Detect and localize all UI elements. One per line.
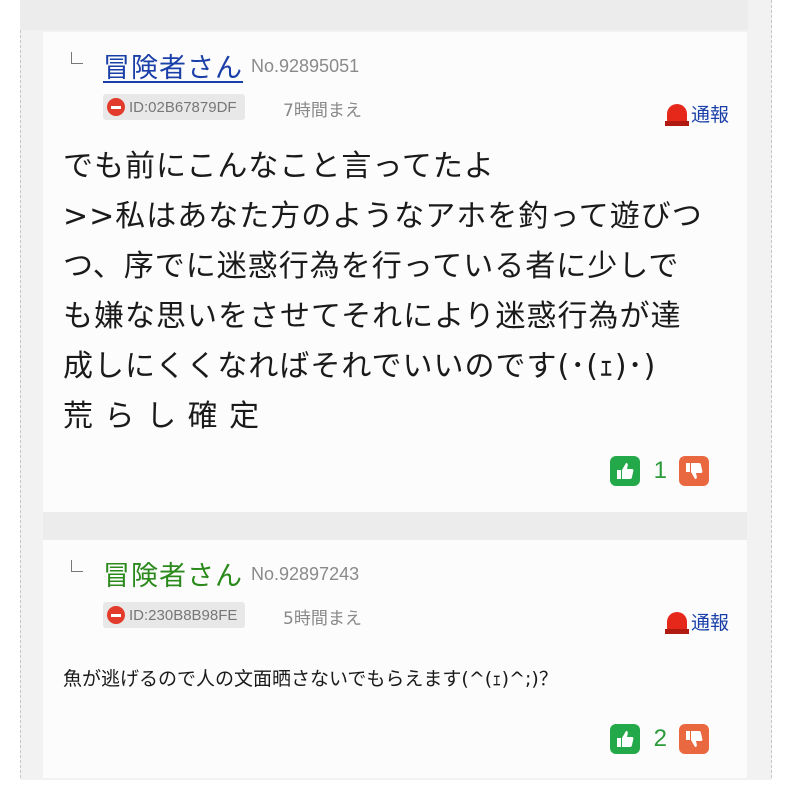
reply-corner-icon [71,560,83,572]
siren-icon [664,102,689,126]
vote-bar: 1 [609,456,709,486]
poster-name: 冒険者さん [103,561,243,592]
thumbs-down-icon[interactable] [679,724,709,754]
post-body: でも前にこんなこと言ってたよ >>私はあなた方のようなアホを釣って遊びつ つ、序… [63,142,723,442]
report-button[interactable]: 通報 [664,100,729,127]
report-label: 通報 [690,612,729,634]
like-count: 1 [653,457,667,484]
user-id-badge[interactable]: ID:230B8B98FE [103,602,246,628]
comment-post: 冒険者さん No.92897243 ID:230B8B98FE 5時間まえ 通報… [43,540,747,778]
user-id-badge[interactable]: ID:02B67879DF [103,94,245,120]
comment-post: 冒険者さん No.92895051 ID:02B67879DF 7時間まえ 通報… [43,32,747,512]
post-number: No.92895051 [251,56,360,76]
post-body-line: 荒 ら し 確 定 [63,399,261,434]
post-body-line: 成しにくくなればそれでいいのです(･(ｪ)･) [63,349,657,384]
user-id: ID:230B8B98FE [129,606,238,624]
post-body-line: つ、序でに迷惑行為を行っている者に少しで [63,249,680,284]
top-band [20,0,748,30]
thumbs-up-icon[interactable] [609,724,640,754]
siren-icon [664,610,689,634]
post-body: 魚が逃げるので人の文面晒さないでもらえます(^(ｪ)^;)？ [63,668,558,690]
post-body-line: >>私はあなた方のようなアホを釣って遊びつ [63,199,703,234]
vote-bar: 2 [609,724,709,754]
user-id: ID:02B67879DF [129,98,237,116]
post-time: 7時間まえ [283,101,362,121]
poster-name[interactable]: 冒険者さん [103,46,243,85]
post-time: 5時間まえ [283,609,362,629]
reply-corner-icon [71,52,83,64]
like-count: 2 [653,725,667,752]
post-separator [43,512,747,540]
thumbs-up-icon[interactable] [609,456,640,486]
post-body-line: でも前にこんなこと言ってたよ [63,149,495,184]
ban-icon [107,98,125,116]
post-number: No.92897243 [251,564,360,584]
report-button[interactable]: 通報 [664,608,729,635]
report-label: 通報 [690,104,729,126]
page-bottom [0,780,789,800]
thumbs-down-icon[interactable] [679,456,709,486]
post-body-line: も嫌な思いをさせてそれにより迷惑行為が達 [63,299,682,334]
ban-icon [107,606,125,624]
